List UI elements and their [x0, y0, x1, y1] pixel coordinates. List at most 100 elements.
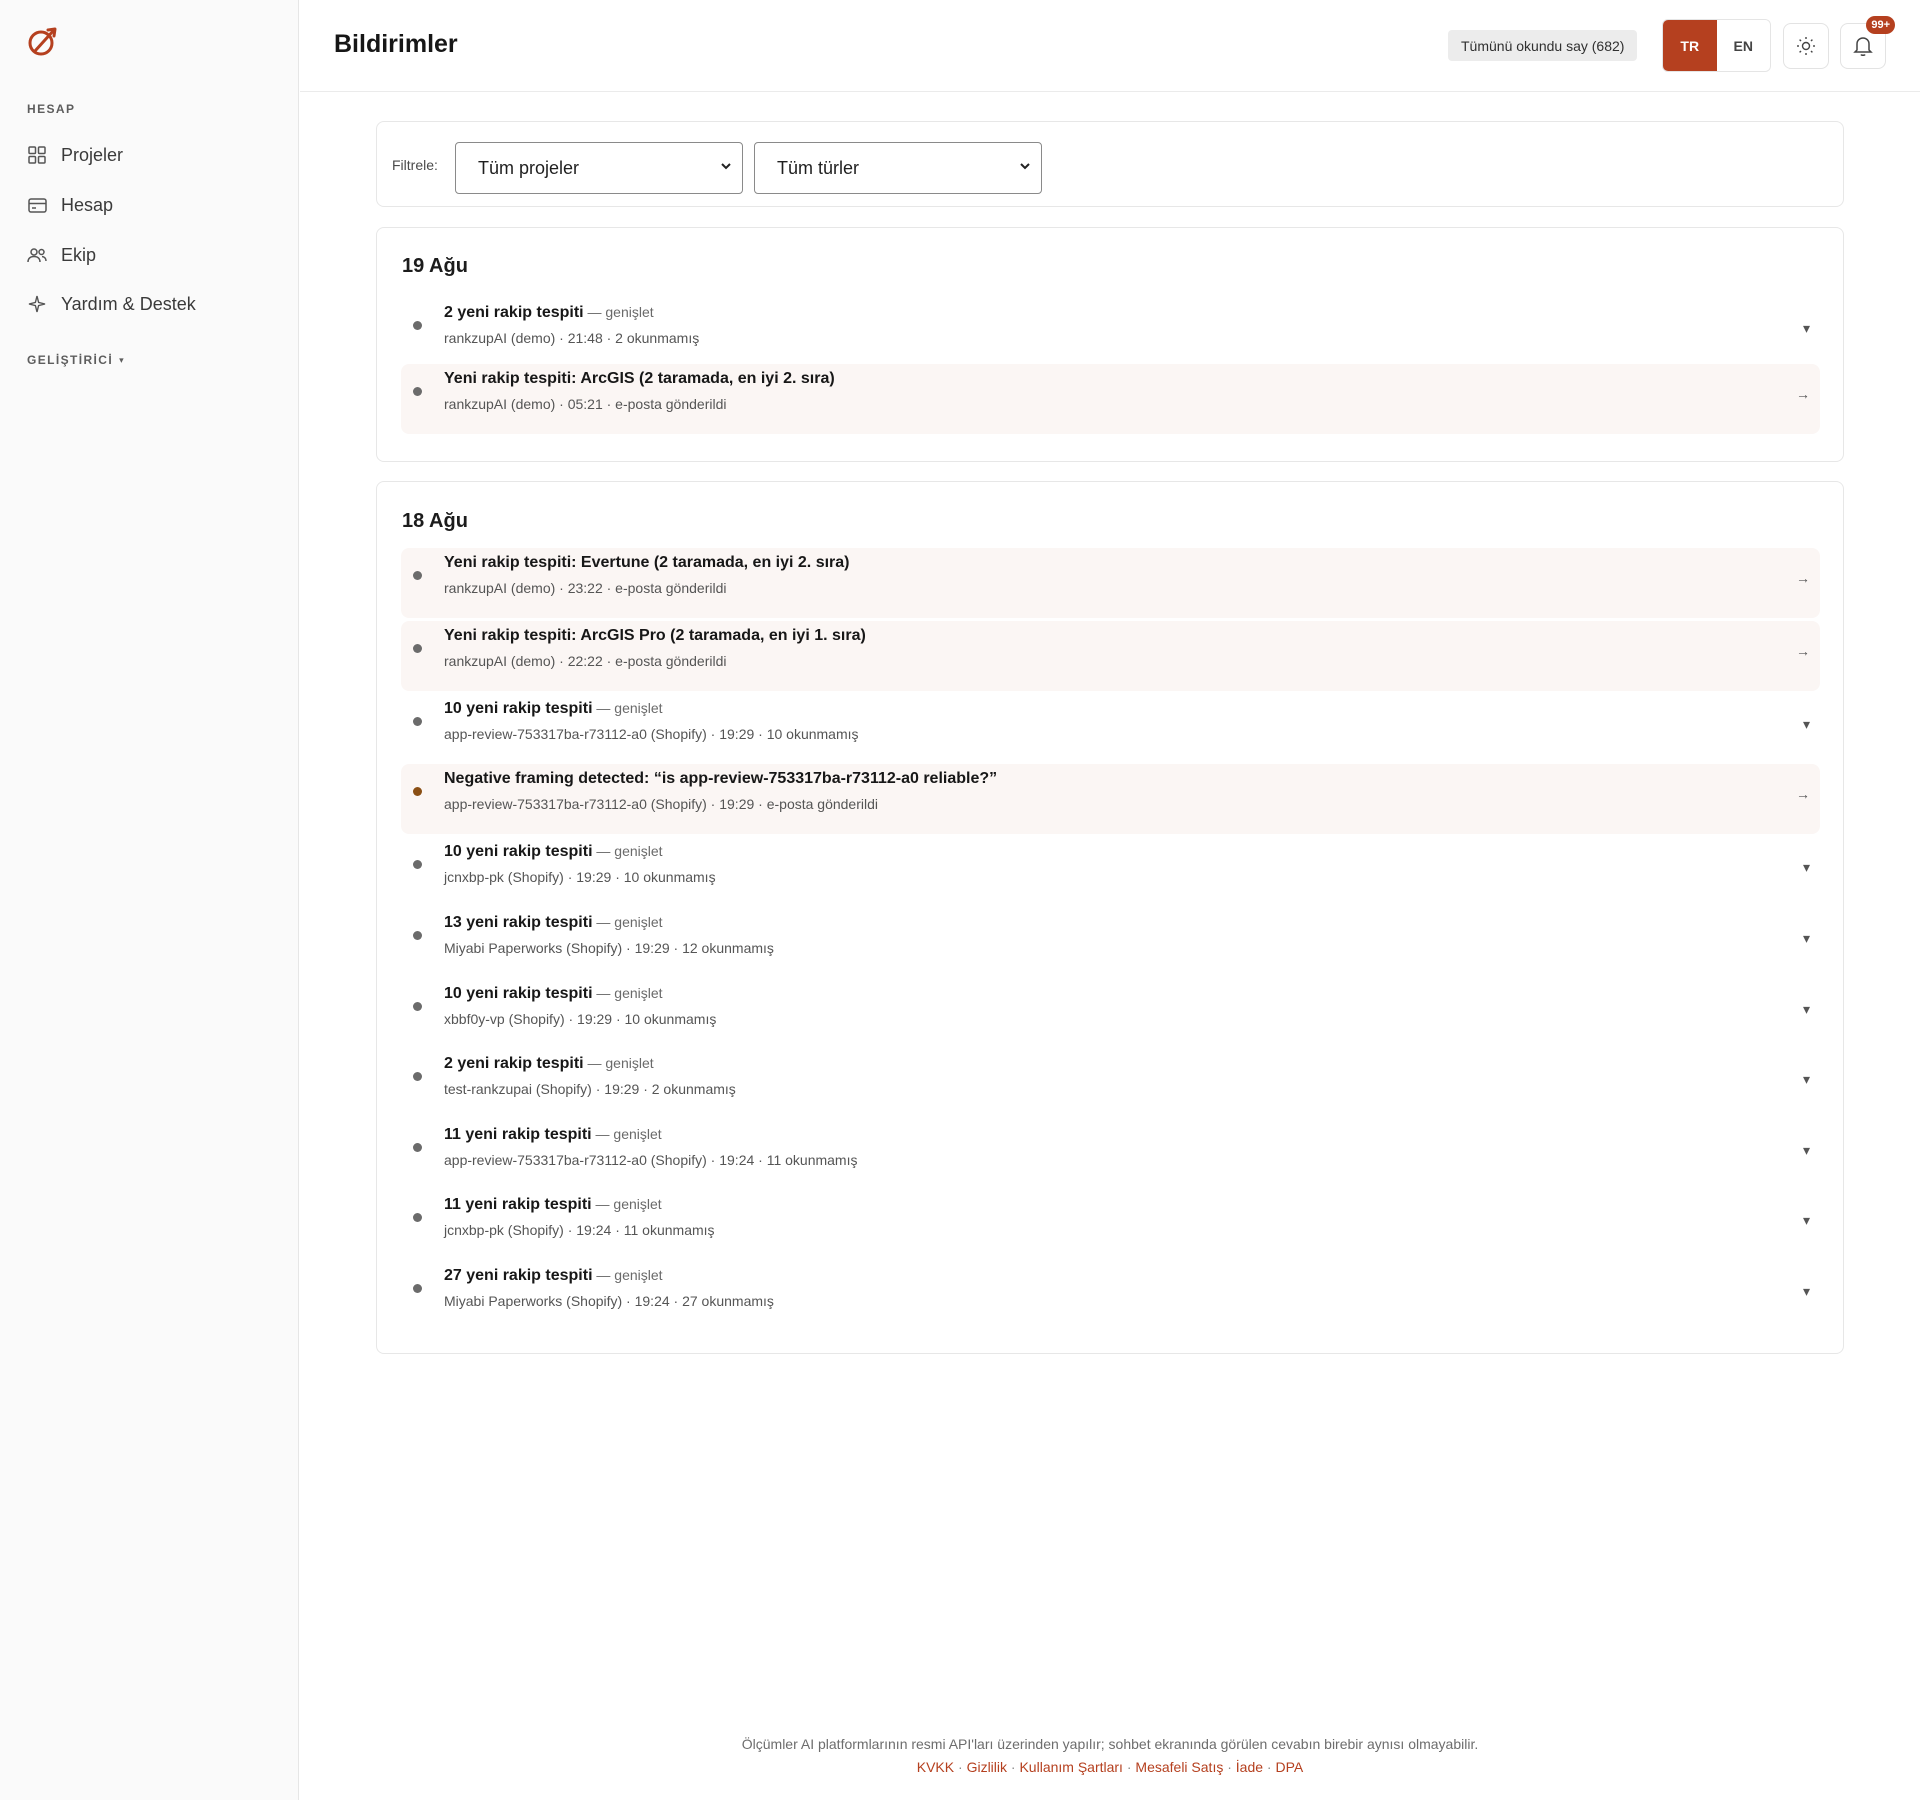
expand-hint: — genişlet — [591, 1196, 662, 1212]
notification-title-line: 2 yeni rakip tespiti — genişlet — [444, 304, 654, 322]
notification-title: Yeni rakip tespiti: ArcGIS Pro (2 tarama… — [444, 627, 866, 644]
expand-caret-icon[interactable]: ▾ — [1803, 1283, 1810, 1300]
mark-all-read-button[interactable]: Tümünü okundu say (682) — [1448, 30, 1638, 61]
unread-dot — [413, 860, 422, 869]
top-header: Bildirimler Tümünü okundu say (682) TR E… — [300, 0, 1920, 92]
sidebar-item-help[interactable]: Yardım & Destek — [27, 286, 277, 322]
expand-caret-icon[interactable]: ▾ — [1803, 1001, 1810, 1018]
footer-separator: · — [1223, 1759, 1236, 1775]
unread-dot — [413, 717, 422, 726]
project-filter-value: Tüm projeler — [478, 157, 580, 178]
notification-meta: jcnxbp-pk (Shopify) · 19:24 · 11 okunmam… — [444, 1222, 715, 1238]
sidebar-item-team[interactable]: Ekip — [27, 237, 277, 273]
expand-caret-icon[interactable]: ▾ — [1803, 859, 1810, 876]
notification-row-link[interactable]: Yeni rakip tespiti: ArcGIS Pro (2 tarama… — [401, 621, 1820, 691]
project-filter-select[interactable]: Tüm projeler — [455, 142, 743, 194]
notification-meta: rankzupAI (demo) · 22:22 · e-posta gönde… — [444, 653, 727, 669]
expand-hint: — genişlet — [591, 1126, 662, 1142]
arrow-right-icon[interactable]: → — [1796, 786, 1810, 802]
notification-title-line: 13 yeni rakip tespiti — genişlet — [444, 914, 663, 932]
notification-count-badge: 99+ — [1866, 16, 1895, 34]
footer-link-refund[interactable]: İade — [1236, 1759, 1263, 1775]
footer-link-privacy[interactable]: Gizlilik — [967, 1759, 1007, 1775]
notification-meta: jcnxbp-pk (Shopify) · 19:29 · 10 okunmam… — [444, 869, 716, 885]
footer-link-kvkk[interactable]: KVKK — [917, 1759, 954, 1775]
notification-title: 2 yeni rakip tespiti — [444, 1055, 584, 1072]
notification-row-collapsed[interactable]: 10 yeni rakip tespiti — genişlet xbbf0y-… — [401, 979, 1820, 1049]
notification-title: 10 yeni rakip tespiti — [444, 700, 593, 717]
chevron-down-icon — [1020, 163, 1030, 170]
sidebar-item-account[interactable]: Hesap — [27, 187, 277, 223]
notification-title-line: 10 yeni rakip tespiti — genişlet — [444, 985, 663, 1003]
footer-link-dpa[interactable]: DPA — [1276, 1759, 1304, 1775]
lang-en-button[interactable]: EN — [1716, 20, 1770, 71]
notification-meta: Miyabi Paperworks (Shopify) · 19:29 · 12… — [444, 940, 774, 956]
arrow-right-icon[interactable]: → — [1796, 570, 1810, 586]
warning-dot — [413, 787, 422, 796]
bell-icon — [1853, 37, 1873, 56]
notification-row-collapsed[interactable]: 13 yeni rakip tespiti — genişlet Miyabi … — [401, 908, 1820, 978]
sidebar-item-label: Projeler — [61, 144, 124, 165]
notification-row-link[interactable]: Yeni rakip tespiti: Evertune (2 taramada… — [401, 548, 1820, 618]
logo-icon[interactable] — [26, 24, 60, 58]
notification-meta: rankzupAI (demo) · 05:21 · e-posta gönde… — [444, 396, 727, 412]
notification-group: 19 Ağu 2 yeni rakip tespiti — genişlet r… — [376, 227, 1844, 462]
grid-icon — [27, 145, 47, 165]
notification-title-line: Negative framing detected: “is app-revie… — [444, 770, 997, 788]
sidebar-item-projects[interactable]: Projeler — [27, 137, 277, 173]
expand-hint: — genişlet — [592, 985, 663, 1001]
arrow-right-icon[interactable]: → — [1796, 643, 1810, 659]
notification-row-collapsed[interactable]: 2 yeni rakip tespiti — genişlet test-ran… — [401, 1049, 1820, 1119]
footer-link-distance-sales[interactable]: Mesafeli Satış — [1135, 1759, 1223, 1775]
footer-separator: · — [1263, 1759, 1276, 1775]
notification-row-collapsed[interactable]: 10 yeni rakip tespiti — genişlet jcnxbp-… — [401, 837, 1820, 907]
unread-dot — [413, 321, 422, 330]
chevron-down-icon — [721, 163, 731, 170]
notification-title: Yeni rakip tespiti: Evertune (2 taramada… — [444, 554, 850, 571]
group-date: 18 Ağu — [402, 510, 468, 532]
notification-title-line: 10 yeni rakip tespiti — genişlet — [444, 700, 663, 718]
footer-link-terms[interactable]: Kullanım Şartları — [1019, 1759, 1122, 1775]
notification-row-link[interactable]: Yeni rakip tespiti: ArcGIS (2 taramada, … — [401, 364, 1820, 434]
notification-title: 10 yeni rakip tespiti — [444, 985, 593, 1002]
notification-row-collapsed[interactable]: 10 yeni rakip tespiti — genişlet app-rev… — [401, 694, 1820, 764]
notification-title-line: 11 yeni rakip tespiti — genişlet — [444, 1126, 662, 1144]
type-filter-select[interactable]: Tüm türler — [754, 142, 1042, 194]
expand-caret-icon[interactable]: ▾ — [1803, 1212, 1810, 1229]
notifications-button[interactable]: 99+ — [1840, 16, 1895, 69]
expand-caret-icon[interactable]: ▾ — [1803, 1071, 1810, 1088]
expand-caret-icon[interactable]: ▾ — [1803, 1142, 1810, 1159]
expand-hint: — genişlet — [583, 1055, 654, 1071]
notification-title: Negative framing detected: “is app-revie… — [444, 770, 998, 787]
expand-hint: — genişlet — [592, 914, 663, 930]
notification-title-line: 27 yeni rakip tespiti — genişlet — [444, 1267, 663, 1285]
notification-title: 13 yeni rakip tespiti — [444, 914, 593, 931]
expand-hint: — genişlet — [592, 1267, 663, 1283]
notification-row-link[interactable]: Negative framing detected: “is app-revie… — [401, 764, 1820, 834]
notification-row-collapsed[interactable]: 27 yeni rakip tespiti — genişlet Miyabi … — [401, 1261, 1820, 1331]
expand-caret-icon[interactable]: ▾ — [1803, 930, 1810, 947]
unread-dot — [413, 1213, 422, 1222]
arrow-right-icon[interactable]: → — [1796, 386, 1810, 402]
developer-section-toggle[interactable]: GELİŞTİRİCİ ▾ — [27, 353, 125, 367]
notification-row-collapsed[interactable]: 11 yeni rakip tespiti — genişlet jcnxbp-… — [401, 1190, 1820, 1260]
unread-dot — [413, 1002, 422, 1011]
notification-title-line: 10 yeni rakip tespiti — genişlet — [444, 843, 663, 861]
unread-dot — [413, 1072, 422, 1081]
unread-dot — [413, 387, 422, 396]
footer-separator: · — [1007, 1759, 1020, 1775]
chevron-down-icon: ▾ — [119, 354, 125, 365]
theme-toggle-button[interactable] — [1783, 23, 1829, 69]
users-icon — [27, 245, 47, 265]
expand-hint: — genişlet — [592, 843, 663, 859]
lang-tr-button[interactable]: TR — [1663, 20, 1717, 71]
expand-caret-icon[interactable]: ▾ — [1803, 320, 1810, 337]
notification-row-collapsed[interactable]: 2 yeni rakip tespiti — genişlet rankzupA… — [401, 298, 1820, 368]
notification-meta: Miyabi Paperworks (Shopify) · 19:24 · 27… — [444, 1293, 774, 1309]
filter-card: Filtrele: Tüm projeler Tüm türler — [376, 121, 1844, 207]
footer-separator: · — [1122, 1759, 1136, 1775]
notification-row-collapsed[interactable]: 11 yeni rakip tespiti — genişlet app-rev… — [401, 1120, 1820, 1190]
expand-caret-icon[interactable]: ▾ — [1803, 716, 1810, 733]
notification-meta: app-review-753317ba-r73112-a0 (Shopify) … — [444, 726, 859, 742]
sidebar: HESAP Projeler Hesap Ekip Yardım & Deste… — [0, 0, 299, 1800]
